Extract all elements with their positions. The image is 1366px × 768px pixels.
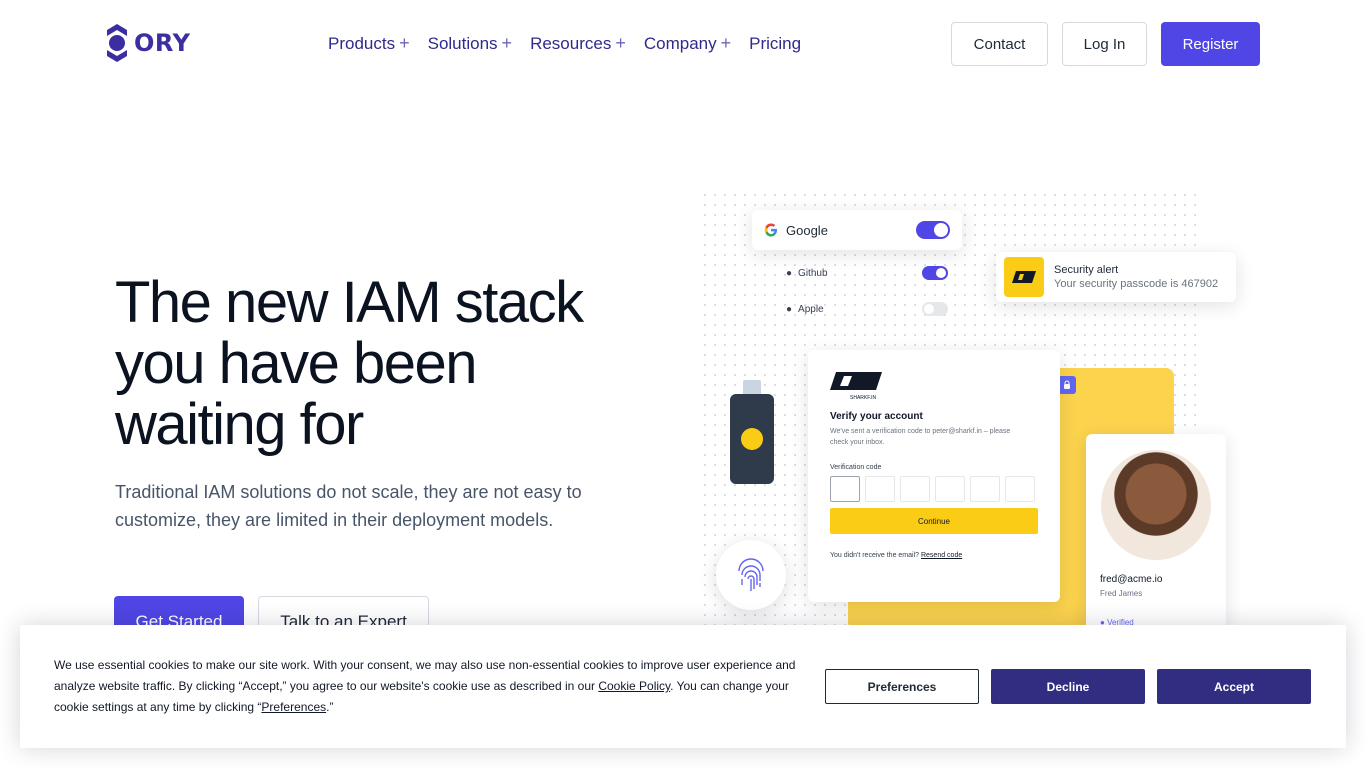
resend-code-link[interactable]: Resend code [921,552,962,559]
hero-illustration: Google ● Github ● Apple Security alert Y… [700,190,1260,630]
login-button[interactable]: Log In [1062,22,1147,66]
ory-logo[interactable]: ORY [106,23,190,63]
nav-item-solutions[interactable]: Solutions + [428,33,512,54]
nav-item-label: Solutions [427,33,498,53]
google-icon [764,223,777,237]
cookie-banner: We use essential cookies to make our sit… [20,625,1346,748]
provider-label: Github [798,267,828,279]
profile-card: fred@acme.io Fred James ● Verified [1086,434,1226,630]
preferences-button[interactable]: Preferences [825,669,979,704]
accept-button[interactable]: Accept [1157,669,1311,704]
apple-toggle[interactable] [922,302,948,316]
sharkfin-logo-icon [830,372,882,390]
security-key-icon [730,380,774,484]
nav-item-resources[interactable]: Resources + [530,33,626,54]
nav-item-pricing[interactable]: Pricing [749,33,801,54]
nav-item-company[interactable]: Company + [644,33,731,54]
code-digit-input[interactable] [900,476,930,502]
continue-button[interactable]: Continue [830,508,1038,534]
hero-subtitle: Traditional IAM solutions do not scale, … [115,482,582,530]
code-digit-input[interactable] [865,476,895,502]
sharkfin-logo-icon [1004,257,1044,297]
plus-icon: + [615,33,626,53]
security-alert-card: Security alert Your security passcode is… [996,252,1236,302]
resend-prefix: You didn't receive the email? [830,552,920,559]
apple-provider-row: ● Apple [786,302,948,316]
verification-code-inputs [830,476,1038,502]
decline-button[interactable]: Decline [991,669,1145,704]
brand-name: ORY [134,29,191,57]
nav-item-products[interactable]: Products + [328,33,410,54]
fingerprint-icon [716,540,786,610]
alert-text: Your security passcode is 467902 [1054,278,1219,290]
code-digit-input[interactable] [970,476,1000,502]
verify-account-card: SHARKF.IN Verify your account We've sent… [808,350,1060,602]
plus-icon: + [501,33,513,53]
github-provider-row: ● Github [786,266,948,280]
plus-icon: + [720,33,732,53]
code-digit-input[interactable] [830,476,860,502]
cookie-text: We use essential cookies to make our sit… [54,655,804,718]
provider-label: Apple [798,303,824,315]
code-digit-input[interactable] [935,476,965,502]
avatar [1101,450,1211,560]
nav-item-label: Pricing [749,33,802,53]
github-toggle[interactable] [922,266,948,280]
lock-icon [1058,376,1076,394]
alert-title: Security alert [1054,264,1119,276]
apple-icon: ● [786,303,793,315]
cookie-policy-link[interactable]: Cookie Policy [598,679,670,693]
profile-name: Fred James [1100,589,1143,598]
main-nav: Products + Solutions + Resources + Compa… [328,33,801,54]
code-digit-input[interactable] [1005,476,1035,502]
github-icon: ● [786,267,793,279]
verify-brand: SHARKF.IN [850,395,877,401]
verification-code-label: Verification code [830,464,882,471]
google-login-card: Google [752,210,962,250]
verify-title: Verify your account [830,411,923,422]
provider-label: Google [786,222,828,238]
nav-item-label: Products [328,33,396,53]
nav-item-label: Resources [530,33,612,53]
nav-item-label: Company [643,33,717,53]
google-toggle[interactable] [916,221,950,239]
contact-button[interactable]: Contact [951,22,1048,66]
verify-text: We've sent a verification code to peter@… [830,428,1011,446]
cookie-text-part: .” [326,700,334,714]
plus-icon: + [399,33,410,53]
register-button[interactable]: Register [1161,22,1260,66]
ory-logo-icon [107,24,127,62]
resend-text: You didn't receive the email? Resend cod… [830,552,1038,559]
site-header: ORY Products + Solutions + Resources + C… [0,0,1366,88]
profile-email: fred@acme.io [1100,574,1163,585]
preferences-link[interactable]: Preferences [261,700,326,714]
hero-title: The new IAM stack you have been waiting … [115,270,584,457]
